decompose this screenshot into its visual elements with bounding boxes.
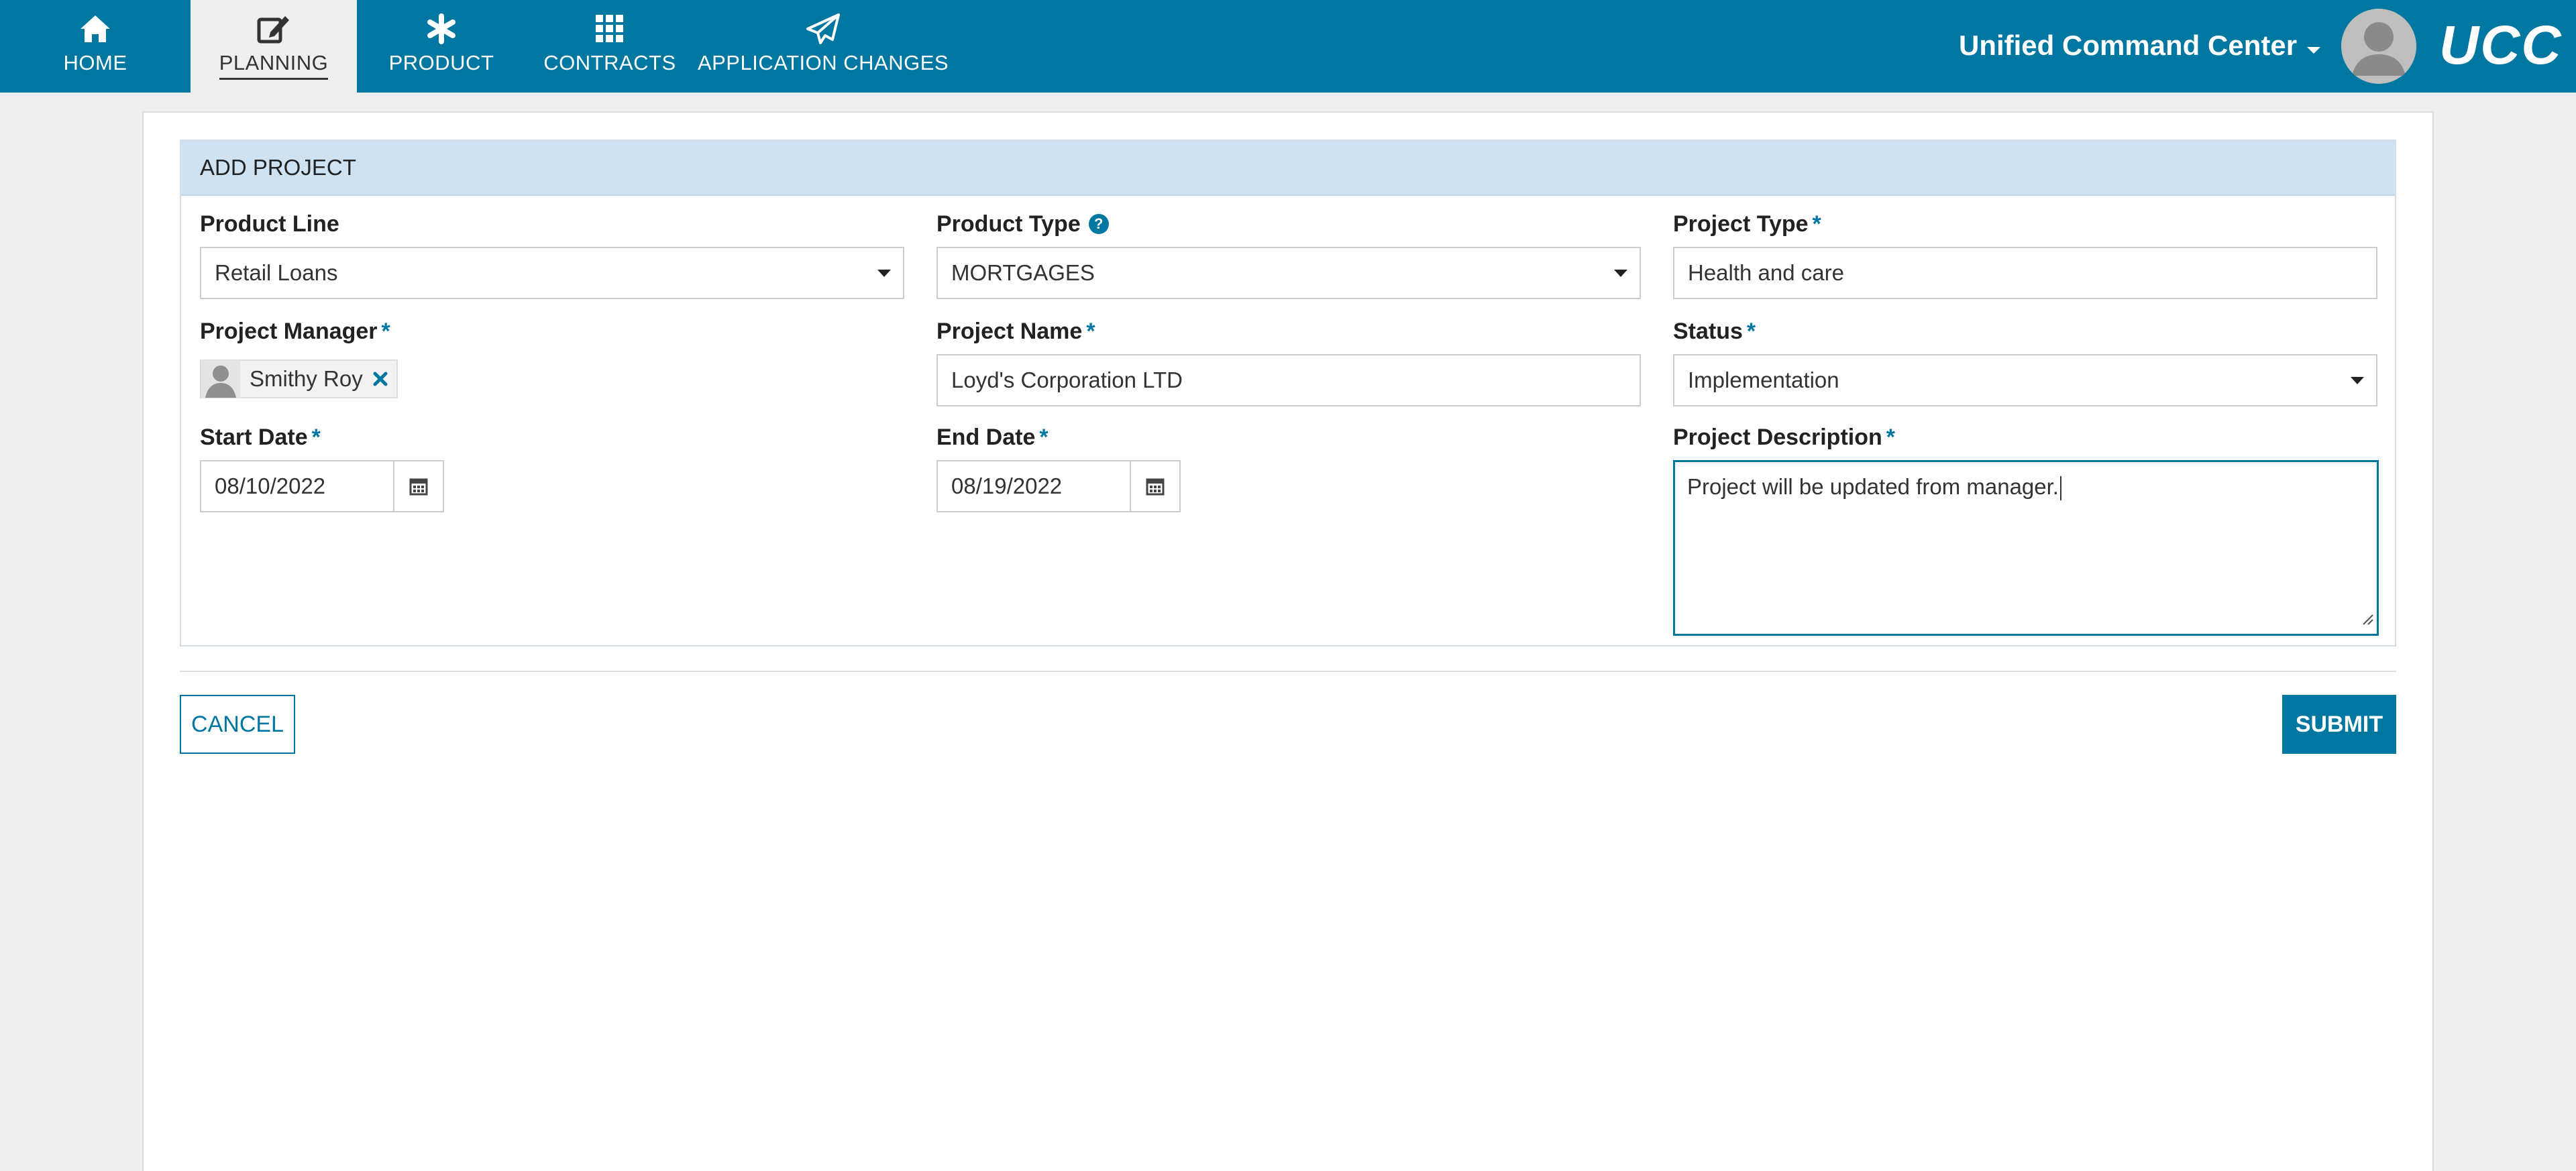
project-type-label-text: Project Type bbox=[1673, 211, 1809, 237]
project-description-label: Project Description * bbox=[1673, 424, 1895, 451]
user-avatar[interactable] bbox=[2341, 9, 2416, 84]
product-type-field: Product Type ? bbox=[936, 211, 1109, 237]
app-switcher-label: Unified Command Center bbox=[1959, 30, 2298, 61]
status-select[interactable]: Implementation bbox=[1673, 354, 2377, 406]
required-marker: * bbox=[1746, 318, 1756, 344]
add-project-form: ADD PROJECT Product Line Retail Loans Pr… bbox=[180, 140, 2396, 647]
required-marker: * bbox=[1812, 211, 1821, 237]
project-type-input[interactable]: Health and care bbox=[1673, 247, 2377, 299]
required-marker: * bbox=[311, 424, 321, 450]
nav-item-planning[interactable]: PLANNING bbox=[191, 0, 357, 93]
product-line-value: Retail Loans bbox=[215, 260, 338, 285]
cancel-button[interactable]: CANCEL bbox=[180, 695, 295, 754]
project-description-textarea[interactable]: Project will be updated from manager. bbox=[1673, 460, 2379, 636]
status-field: Status * bbox=[1673, 318, 1756, 345]
project-description-field: Project Description * bbox=[1673, 424, 1895, 451]
product-line-field: Product Line bbox=[200, 211, 339, 237]
product-type-select[interactable]: MORTGAGES bbox=[936, 247, 1641, 299]
project-manager-label-text: Project Manager bbox=[200, 318, 378, 344]
start-date-picker: 08/10/2022 bbox=[200, 460, 444, 512]
person-icon bbox=[201, 360, 240, 398]
project-description-value: Project will be updated from manager. bbox=[1687, 474, 2059, 499]
nav-label-contracts: CONTRACTS bbox=[543, 51, 676, 74]
nav-item-application-changes[interactable]: APPLICATION CHANGES bbox=[694, 0, 953, 93]
project-type-label: Project Type * bbox=[1673, 211, 1821, 237]
nav-label-application-changes: APPLICATION CHANGES bbox=[697, 51, 949, 74]
end-date-picker: 08/19/2022 bbox=[936, 460, 1181, 512]
start-date-input[interactable]: 08/10/2022 bbox=[200, 460, 393, 512]
text-cursor bbox=[2059, 476, 2061, 501]
caret-down-icon bbox=[2306, 30, 2321, 62]
help-icon[interactable]: ? bbox=[1088, 214, 1109, 234]
calendar-icon[interactable] bbox=[1130, 460, 1181, 512]
form-divider bbox=[180, 671, 2396, 672]
brand-logo: UCC bbox=[2439, 15, 2563, 76]
product-type-label: Product Type ? bbox=[936, 211, 1109, 237]
start-date-label-text: Start Date bbox=[200, 424, 308, 450]
nav-item-product[interactable]: PRODUCT bbox=[357, 0, 526, 93]
end-date-input[interactable]: 08/19/2022 bbox=[936, 460, 1130, 512]
required-marker: * bbox=[1039, 424, 1049, 450]
project-manager-field: Project Manager * bbox=[200, 318, 390, 345]
product-type-label-text: Product Type bbox=[936, 211, 1081, 237]
project-type-field: Project Type * bbox=[1673, 211, 1821, 237]
product-line-select[interactable]: Retail Loans bbox=[200, 247, 904, 299]
project-name-label-text: Project Name bbox=[936, 318, 1083, 344]
required-marker: * bbox=[381, 318, 390, 344]
app-switcher-menu[interactable]: Unified Command Center bbox=[1959, 27, 2321, 64]
form-title: ADD PROJECT bbox=[181, 141, 2395, 196]
project-name-label: Project Name * bbox=[936, 318, 1095, 345]
project-manager-token[interactable]: Smithy Roy bbox=[200, 359, 398, 398]
remove-icon[interactable] bbox=[372, 371, 388, 387]
dropdown-caret-icon bbox=[2351, 376, 2364, 384]
project-manager-name: Smithy Roy bbox=[250, 366, 363, 391]
project-manager-label: Project Manager * bbox=[200, 318, 390, 345]
asterisk-icon bbox=[426, 12, 457, 46]
nav-label-home: HOME bbox=[63, 51, 127, 74]
product-line-label: Product Line bbox=[200, 211, 339, 237]
project-name-field: Project Name * bbox=[936, 318, 1095, 345]
submit-button[interactable]: SUBMIT bbox=[2282, 695, 2396, 754]
status-label-text: Status bbox=[1673, 318, 1743, 344]
dropdown-caret-icon bbox=[877, 269, 891, 277]
dropdown-caret-icon bbox=[1614, 269, 1627, 277]
home-icon bbox=[79, 12, 111, 46]
nav-label-planning: PLANNING bbox=[219, 51, 329, 80]
product-type-value: MORTGAGES bbox=[951, 260, 1095, 285]
start-date-label: Start Date * bbox=[200, 424, 321, 451]
grid-icon bbox=[594, 12, 625, 46]
end-date-field: End Date * bbox=[936, 424, 1049, 451]
status-label: Status * bbox=[1673, 318, 1756, 345]
edit-icon bbox=[257, 12, 290, 46]
resize-grip-icon[interactable] bbox=[2359, 606, 2374, 631]
top-navigation-bar: HOME PLANNING PRODUCT CONTRACTS APPLICAT… bbox=[0, 0, 2576, 93]
paper-plane-icon bbox=[806, 12, 841, 46]
product-line-label-text: Product Line bbox=[200, 211, 339, 237]
nav-item-contracts[interactable]: CONTRACTS bbox=[526, 0, 694, 93]
calendar-icon[interactable] bbox=[393, 460, 444, 512]
required-marker: * bbox=[1886, 424, 1895, 450]
start-date-field: Start Date * bbox=[200, 424, 321, 451]
project-type-value: Health and care bbox=[1688, 260, 1844, 285]
project-description-label-text: Project Description bbox=[1673, 424, 1882, 450]
required-marker: * bbox=[1086, 318, 1095, 344]
nav-item-home[interactable]: HOME bbox=[0, 0, 191, 93]
nav-label-product: PRODUCT bbox=[388, 51, 494, 74]
project-name-value: Loyd's Corporation LTD bbox=[951, 368, 1183, 392]
end-date-label-text: End Date bbox=[936, 424, 1036, 450]
status-value: Implementation bbox=[1688, 368, 1839, 392]
project-name-input[interactable]: Loyd's Corporation LTD bbox=[936, 354, 1641, 406]
end-date-label: End Date * bbox=[936, 424, 1049, 451]
content-panel: ADD PROJECT Product Line Retail Loans Pr… bbox=[142, 111, 2434, 1171]
